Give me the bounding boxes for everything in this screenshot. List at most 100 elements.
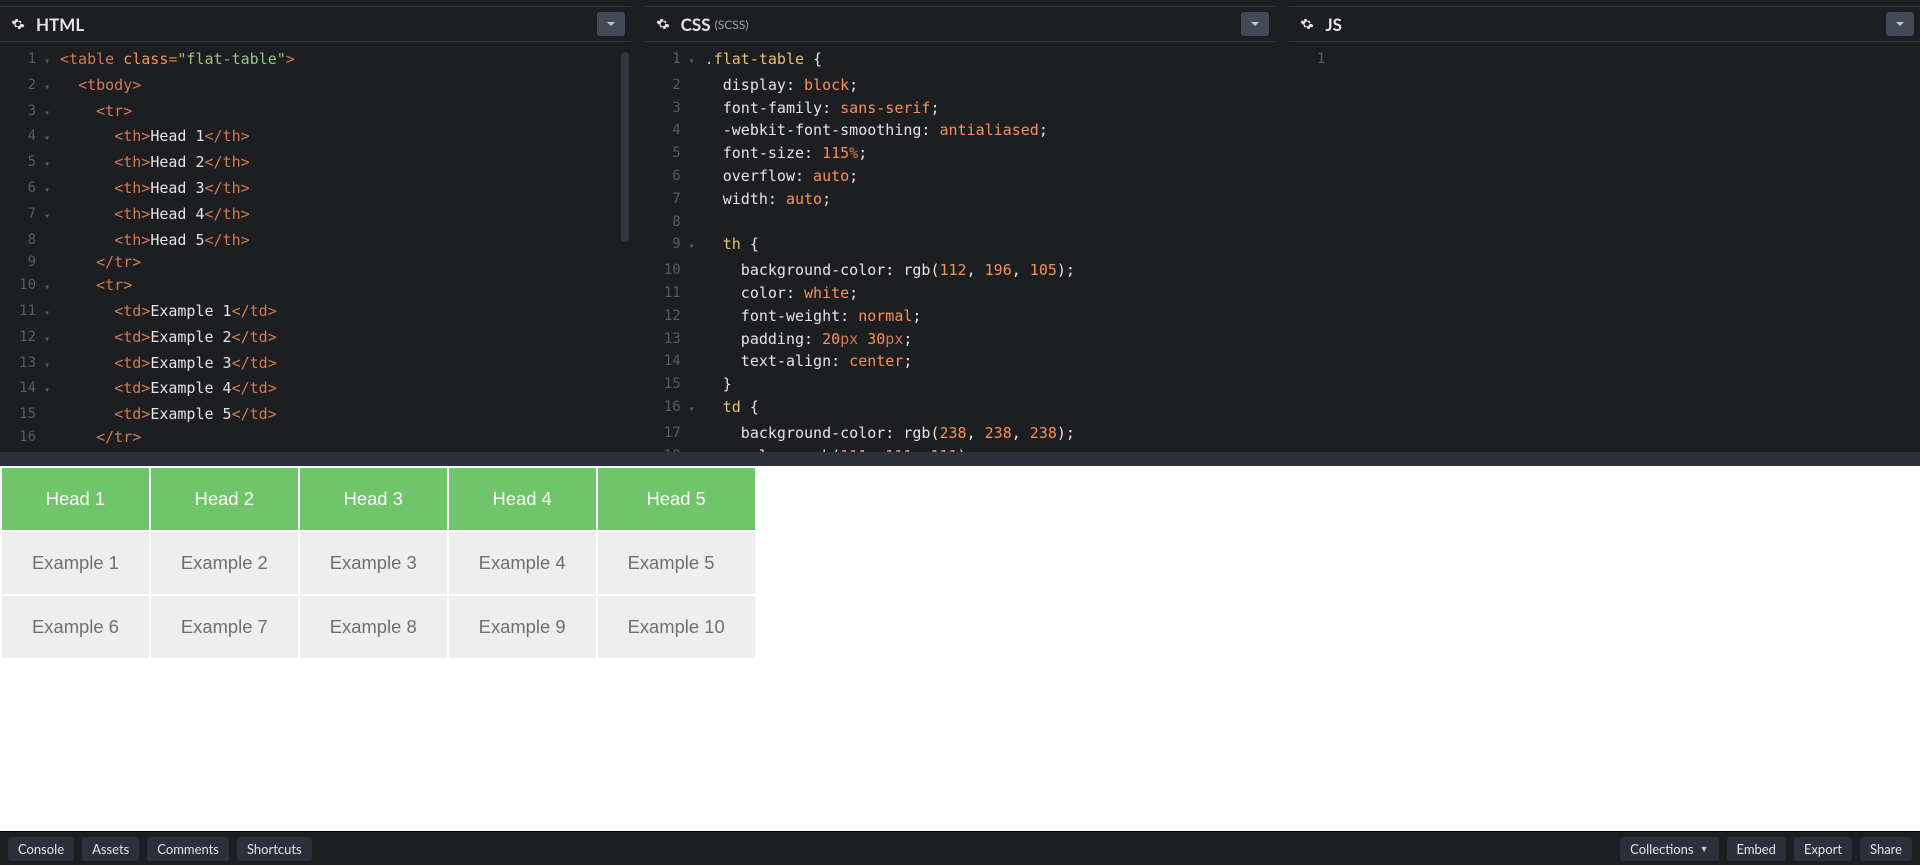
code-content[interactable]: <td>Example 3</td> [56, 352, 277, 375]
code-content[interactable]: <th>Head 1</th> [56, 125, 250, 148]
fold-marker[interactable]: ▾ [44, 125, 56, 151]
chevron-down-icon[interactable] [1241, 12, 1269, 36]
code-line[interactable]: 10 background-color: rgb(112, 196, 105); [645, 259, 1276, 282]
code-line[interactable]: 3 font-family: sans-serif; [645, 97, 1276, 120]
console-button[interactable]: Console [8, 837, 74, 861]
gear-icon[interactable] [6, 12, 30, 36]
code-content[interactable]: display: block; [701, 74, 859, 97]
code-content[interactable]: color: rgb(111, 111, 111); [701, 445, 976, 452]
code-line[interactable]: 1 [1289, 48, 1920, 71]
assets-button[interactable]: Assets [82, 837, 139, 861]
horizontal-resizer[interactable] [0, 452, 1920, 466]
embed-button[interactable]: Embed [1727, 837, 1786, 861]
code-line[interactable]: 10▾ <tr> [0, 274, 631, 300]
code-line[interactable]: 15 <td>Example 5</td> [0, 403, 631, 426]
output-preview[interactable]: Head 1Head 2Head 3Head 4Head 5Example 1E… [0, 466, 1920, 831]
scrollbar-thumb[interactable] [621, 52, 629, 242]
code-content[interactable]: <tr> [56, 274, 132, 297]
code-content[interactable]: <td>Example 4</td> [56, 377, 277, 400]
code-content[interactable]: .flat-table { [701, 48, 822, 71]
code-line[interactable]: 15 } [645, 373, 1276, 396]
fold-marker[interactable]: ▾ [689, 396, 701, 422]
code-line[interactable]: 14▾ <td>Example 4</td> [0, 377, 631, 403]
code-line[interactable]: 1▾<table class="flat-table"> [0, 48, 631, 74]
code-line[interactable]: 11 color: white; [645, 282, 1276, 305]
code-content[interactable]: td { [701, 396, 759, 419]
share-button[interactable]: Share [1860, 837, 1912, 861]
code-line[interactable]: 4▾ <th>Head 1</th> [0, 125, 631, 151]
fold-marker[interactable]: ▾ [44, 274, 56, 300]
css-editor[interactable]: 1▾.flat-table {2 display: block;3 font-f… [645, 42, 1276, 452]
code-line[interactable]: 14 text-align: center; [645, 350, 1276, 373]
code-content[interactable]: <td>Example 2</td> [56, 326, 277, 349]
code-content[interactable]: <th>Head 3</th> [56, 177, 250, 200]
code-content[interactable]: th { [701, 233, 759, 256]
code-content[interactable]: <th>Head 2</th> [56, 151, 250, 174]
code-line[interactable]: 5▾ <th>Head 2</th> [0, 151, 631, 177]
code-line[interactable]: 18 color: rgb(111, 111, 111); [645, 445, 1276, 452]
code-line[interactable]: 2 display: block; [645, 74, 1276, 97]
code-line[interactable]: 8 <th>Head 5</th> [0, 229, 631, 252]
code-content[interactable]: } [701, 373, 732, 396]
code-content[interactable]: </tr> [56, 426, 141, 449]
fold-marker[interactable]: ▾ [689, 48, 701, 74]
fold-marker[interactable]: ▾ [44, 377, 56, 403]
code-content[interactable]: <table class="flat-table"> [56, 48, 295, 71]
code-content[interactable]: <th>Head 5</th> [56, 229, 250, 252]
code-line[interactable]: 5 font-size: 115%; [645, 142, 1276, 165]
code-line[interactable]: 9 </tr> [0, 251, 631, 274]
fold-marker[interactable]: ▾ [44, 100, 56, 126]
fold-marker[interactable]: ▾ [44, 177, 56, 203]
code-line[interactable]: 16 </tr> [0, 426, 631, 449]
fold-marker[interactable]: ▾ [689, 233, 701, 259]
code-content[interactable]: <tr> [56, 100, 132, 123]
code-line[interactable]: 8 [645, 211, 1276, 234]
code-line[interactable]: 12 font-weight: normal; [645, 305, 1276, 328]
chevron-down-icon[interactable] [1886, 12, 1914, 36]
code-content[interactable]: font-size: 115%; [701, 142, 868, 165]
code-content[interactable]: </tr> [56, 251, 141, 274]
html-editor[interactable]: 1▾<table class="flat-table">2▾ <tbody>3▾… [0, 42, 631, 452]
export-button[interactable]: Export [1794, 837, 1852, 861]
code-content[interactable]: color: white; [701, 282, 859, 305]
code-content[interactable]: background-color: rgb(238, 238, 238); [701, 422, 1075, 445]
code-line[interactable]: 11▾ <td>Example 1</td> [0, 300, 631, 326]
code-line[interactable]: 17▾ <tr> [0, 449, 631, 452]
code-content[interactable]: width: auto; [701, 188, 831, 211]
gear-icon[interactable] [1295, 12, 1319, 36]
fold-marker[interactable]: ▾ [44, 74, 56, 100]
code-line[interactable]: 12▾ <td>Example 2</td> [0, 326, 631, 352]
code-line[interactable]: 1▾.flat-table { [645, 48, 1276, 74]
code-content[interactable]: -webkit-font-smoothing: antialiased; [701, 119, 1048, 142]
fold-marker[interactable]: ▾ [44, 203, 56, 229]
code-line[interactable]: 13▾ <td>Example 3</td> [0, 352, 631, 378]
code-line[interactable]: 2▾ <tbody> [0, 74, 631, 100]
code-line[interactable]: 9▾ th { [645, 233, 1276, 259]
code-content[interactable]: background-color: rgb(112, 196, 105); [701, 259, 1075, 282]
js-editor[interactable]: 1 [1289, 42, 1920, 452]
fold-marker[interactable]: ▾ [44, 449, 56, 452]
code-line[interactable]: 16▾ td { [645, 396, 1276, 422]
comments-button[interactable]: Comments [147, 837, 229, 861]
fold-marker[interactable]: ▾ [44, 352, 56, 378]
code-content[interactable]: <td>Example 5</td> [56, 403, 277, 426]
code-line[interactable]: 17 background-color: rgb(238, 238, 238); [645, 422, 1276, 445]
code-content[interactable]: <tbody> [56, 74, 141, 97]
code-content[interactable]: font-family: sans-serif; [701, 97, 940, 120]
gear-icon[interactable] [651, 12, 675, 36]
code-line[interactable]: 13 padding: 20px 30px; [645, 328, 1276, 351]
code-line[interactable]: 4 -webkit-font-smoothing: antialiased; [645, 119, 1276, 142]
fold-marker[interactable]: ▾ [44, 151, 56, 177]
code-content[interactable]: text-align: center; [701, 350, 913, 373]
collections-button[interactable]: Collections▼ [1620, 837, 1718, 861]
code-content[interactable]: <tr> [56, 449, 132, 452]
shortcuts-button[interactable]: Shortcuts [237, 837, 312, 861]
chevron-down-icon[interactable] [597, 12, 625, 36]
fold-marker[interactable]: ▾ [44, 326, 56, 352]
fold-marker[interactable]: ▾ [44, 48, 56, 74]
code-content[interactable]: <th>Head 4</th> [56, 203, 250, 226]
code-content[interactable]: font-weight: normal; [701, 305, 922, 328]
code-line[interactable]: 3▾ <tr> [0, 100, 631, 126]
code-line[interactable]: 7▾ <th>Head 4</th> [0, 203, 631, 229]
fold-marker[interactable]: ▾ [44, 300, 56, 326]
